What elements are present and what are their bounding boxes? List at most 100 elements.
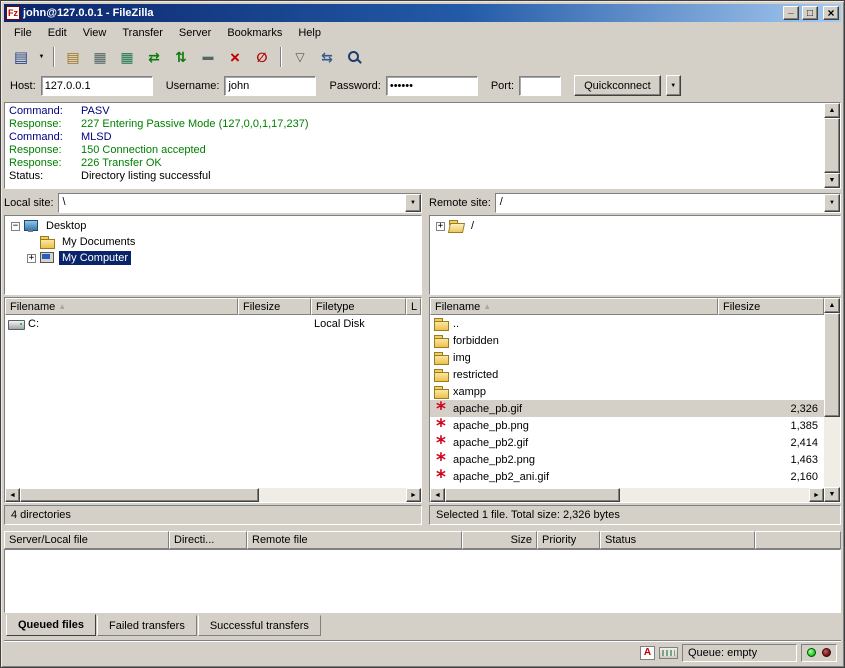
vertical-splitter[interactable] [422, 297, 429, 503]
menu-bookmarks[interactable]: Bookmarks [219, 24, 290, 42]
site-manager-button[interactable] [8, 45, 34, 69]
menu-server[interactable]: Server [171, 24, 219, 42]
find-button[interactable] [341, 45, 367, 69]
file-row[interactable]: apache_pb2.gif 2,414 [430, 434, 824, 451]
tree-item-desktop[interactable]: − Desktop [7, 218, 419, 234]
maximize-button[interactable] [802, 6, 818, 20]
file-row[interactable]: apache_pb2.png 1,463 [430, 451, 824, 468]
host-input[interactable] [41, 76, 153, 96]
local-site-combobox[interactable]: \ [58, 193, 422, 213]
toggle-message-log-button[interactable] [60, 45, 86, 69]
username-input[interactable] [224, 76, 316, 96]
expander-toggle[interactable]: + [27, 254, 36, 263]
tab-successful-transfers[interactable]: Successful transfers [198, 615, 321, 636]
file-name: apache_pb.gif [453, 403, 522, 415]
scroll-track[interactable] [445, 488, 809, 502]
scroll-right-button[interactable] [406, 488, 421, 502]
tab-queued-files[interactable]: Queued files [6, 614, 96, 636]
process-queue-button[interactable] [168, 45, 194, 69]
file-row[interactable]: apache_pb.gif 2,326 [430, 400, 824, 417]
scroll-right-button[interactable] [809, 488, 824, 502]
remote-pane: Remote site: / + / [429, 192, 841, 295]
refresh-button[interactable] [141, 45, 167, 69]
column-size[interactable]: Size [462, 531, 537, 549]
scroll-left-button[interactable] [430, 488, 445, 502]
file-row[interactable]: forbidden [430, 332, 824, 349]
scroll-track[interactable] [824, 313, 840, 487]
remote-tree-icon [118, 48, 136, 66]
tree-item-root[interactable]: + / [432, 218, 838, 234]
toolbar-separator [280, 47, 282, 67]
keyboard-icon [659, 647, 678, 659]
scroll-down-button[interactable] [824, 487, 840, 502]
scroll-thumb[interactable] [824, 118, 840, 173]
quickconnect-button[interactable]: Quickconnect [574, 75, 661, 96]
vertical-splitter[interactable] [422, 192, 429, 295]
column-label: Filetype [316, 301, 355, 313]
column-filesize[interactable]: Filesize [718, 298, 824, 315]
file-row[interactable]: img [430, 349, 824, 366]
column-priority[interactable]: Priority [537, 531, 600, 549]
remote-site-dropdown-button[interactable] [824, 194, 840, 212]
expander-toggle[interactable]: − [11, 222, 20, 231]
vertical-splitter[interactable] [422, 505, 429, 525]
column-filetype[interactable]: Filetype [311, 298, 406, 315]
tab-failed-transfers[interactable]: Failed transfers [97, 615, 197, 636]
local-site-dropdown-button[interactable] [405, 194, 421, 212]
remote-site-combobox[interactable]: / [495, 193, 841, 213]
compare-button[interactable] [314, 45, 340, 69]
quickconnect-dropdown[interactable] [666, 75, 681, 96]
column-filename[interactable]: Filename ▲ [5, 298, 238, 315]
file-row[interactable]: restricted [430, 366, 824, 383]
local-horizontal-scrollbar[interactable] [5, 488, 421, 502]
file-row[interactable]: xampp [430, 383, 824, 400]
column-server-local-file[interactable]: Server/Local file [4, 531, 169, 549]
menu-edit[interactable]: Edit [40, 24, 75, 42]
port-input[interactable] [519, 76, 561, 96]
disconnect-button[interactable] [249, 45, 275, 69]
file-row[interactable]: C: Local Disk [5, 315, 421, 332]
scroll-thumb[interactable] [445, 488, 620, 502]
expander-toggle[interactable]: + [436, 222, 445, 231]
scroll-up-button[interactable] [824, 298, 840, 313]
column-status[interactable]: Status [600, 531, 755, 549]
column-direction[interactable]: Directi... [169, 531, 247, 549]
toggle-queue-button[interactable] [195, 45, 221, 69]
menu-view[interactable]: View [75, 24, 115, 42]
log-vertical-scrollbar[interactable] [824, 103, 840, 188]
tree-item-my-computer[interactable]: + My Computer [7, 250, 419, 266]
file-row[interactable]: .. [430, 315, 824, 332]
menu-transfer[interactable]: Transfer [114, 24, 171, 42]
column-remote-file[interactable]: Remote file [247, 531, 462, 549]
remote-vertical-scrollbar[interactable] [824, 298, 840, 502]
remote-horizontal-scrollbar[interactable] [430, 488, 824, 502]
tree-item-my-documents[interactable]: My Documents [7, 234, 419, 250]
site-manager-dropdown[interactable] [35, 45, 48, 69]
column-last-modified[interactable]: L [406, 298, 421, 315]
file-row[interactable]: apache_pb.png 1,385 [430, 417, 824, 434]
toggle-local-tree-button[interactable] [87, 45, 113, 69]
file-row[interactable]: apache_pb2_ani.gif 2,160 [430, 468, 824, 485]
column-filename[interactable]: Filename ▲ [430, 298, 718, 315]
column-filler[interactable] [755, 531, 841, 549]
scroll-track[interactable] [20, 488, 406, 502]
toggle-remote-tree-button[interactable] [114, 45, 140, 69]
documents-icon [39, 235, 56, 249]
menu-file[interactable]: File [6, 24, 40, 42]
menu-help[interactable]: Help [290, 24, 329, 42]
scroll-down-button[interactable] [824, 173, 840, 188]
file-name: forbidden [453, 335, 499, 347]
local-site-label: Local site: [4, 197, 54, 209]
scroll-thumb[interactable] [20, 488, 259, 502]
scroll-thumb[interactable] [824, 313, 840, 417]
column-filesize[interactable]: Filesize [238, 298, 311, 315]
minimize-button[interactable] [783, 6, 799, 20]
scroll-up-button[interactable] [824, 103, 840, 118]
scroll-left-button[interactable] [5, 488, 20, 502]
filter-button[interactable] [287, 45, 313, 69]
cancel-button[interactable] [222, 45, 248, 69]
close-button[interactable] [823, 6, 839, 20]
log-line: Response: 227 Entering Passive Mode (127… [9, 118, 820, 131]
password-input[interactable] [386, 76, 478, 96]
scroll-track[interactable] [824, 118, 840, 173]
